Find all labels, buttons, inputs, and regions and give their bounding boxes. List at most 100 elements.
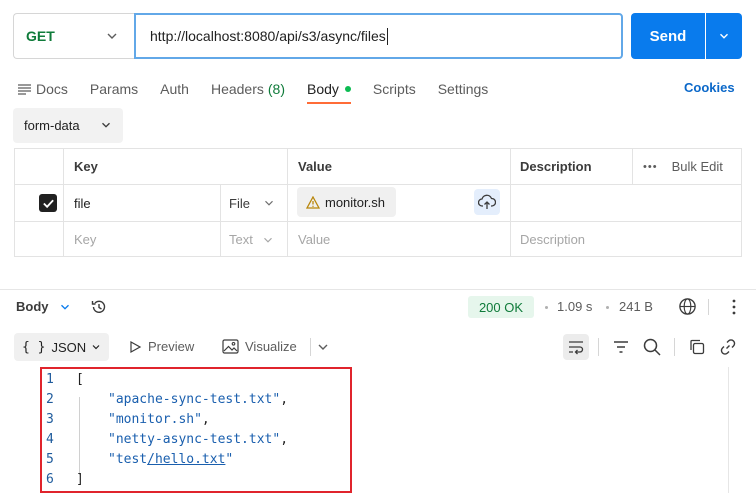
file-name: monitor.sh (325, 194, 385, 210)
description-column-header: Description (520, 159, 592, 174)
method-label: GET (26, 28, 55, 44)
method-select[interactable]: GET (13, 13, 134, 59)
upload-file-button[interactable] (474, 189, 500, 215)
history-icon[interactable] (90, 298, 108, 316)
chevron-down-icon[interactable] (315, 339, 331, 355)
json-string: "apache-sync-test.txt" (108, 391, 281, 407)
response-divider[interactable] (0, 289, 756, 290)
key-column-header: Key (74, 159, 98, 174)
status-badge[interactable]: 200 OK (468, 296, 534, 318)
toolbar-separator (708, 299, 709, 315)
body-type-label: form-data (24, 118, 80, 133)
tab-label: Docs (36, 81, 68, 97)
image-icon (222, 339, 239, 354)
chevron-down-icon (102, 122, 110, 128)
code-entry: "netty-async-test.txt", (108, 432, 288, 447)
tab-body[interactable]: Body (307, 76, 351, 104)
wrap-lines-button[interactable] (563, 334, 589, 360)
tab-label: Headers (210, 81, 264, 97)
url-text: http://localhost:8080/api/s3/async/files (150, 28, 386, 44)
line-number: 4 (46, 431, 54, 447)
column-divider (510, 149, 511, 256)
response-body-label[interactable]: Body (16, 299, 49, 314)
send-options-button[interactable] (706, 13, 742, 59)
tab-docs[interactable]: Docs (18, 76, 68, 102)
code-bracket: ] (76, 471, 84, 487)
response-code-view[interactable]: 1 [ 2 "apache-sync-test.txt", 3 "monitor… (40, 367, 352, 493)
code-entry: "monitor.sh", (108, 412, 210, 427)
tab-scripts[interactable]: Scripts (373, 76, 416, 102)
json-string: "monitor.sh" (108, 411, 202, 427)
indent-guide (79, 397, 80, 475)
chevron-down-icon[interactable] (58, 300, 72, 314)
toolbar-separator (310, 338, 311, 356)
row-type-label: File (229, 195, 250, 211)
code-bracket: [ (76, 371, 84, 387)
search-icon[interactable] (642, 337, 662, 357)
globe-icon[interactable] (678, 297, 697, 316)
scrollbar[interactable] (728, 367, 742, 493)
cloud-upload-icon (478, 194, 496, 209)
line-number: 3 (46, 411, 54, 427)
new-type-select[interactable]: Text (229, 222, 275, 257)
send-button[interactable]: Send (631, 13, 705, 59)
code-line: 6 ] (42, 469, 84, 489)
bulk-edit-button[interactable]: ••• Bulk Edit (643, 149, 723, 184)
code-line: 5 "test/hello.txt" (42, 449, 233, 469)
url-input[interactable]: http://localhost:8080/api/s3/async/files (134, 13, 623, 59)
new-key-input[interactable]: Key (74, 222, 96, 257)
more-vertical-icon[interactable] (726, 298, 742, 316)
form-data-table: Key Value Description ••• Bulk Edit file… (14, 148, 742, 257)
docs-icon (18, 83, 31, 95)
response-time[interactable]: 1.09 s (557, 299, 592, 314)
tab-headers[interactable]: Headers (8) (211, 76, 285, 102)
new-type-label: Text (229, 232, 253, 247)
tab-label: Auth (160, 81, 189, 97)
separator-dot (606, 306, 609, 309)
row-key[interactable]: file (74, 185, 91, 221)
row-checkbox[interactable] (39, 185, 57, 221)
value-column-header: Value (298, 159, 332, 174)
chevron-down-icon (265, 200, 273, 206)
tab-params[interactable]: Params (90, 76, 138, 102)
json-string: "netty-async-test.txt" (108, 431, 281, 447)
body-type-select[interactable]: form-data (13, 108, 123, 143)
cookies-link[interactable]: Cookies (684, 80, 735, 95)
link-icon[interactable] (718, 337, 738, 357)
code-entry: "test/hello.txt" (108, 452, 233, 467)
column-divider (287, 149, 288, 256)
chevron-down-icon (92, 345, 100, 350)
new-value-input[interactable]: Value (298, 222, 330, 257)
tab-label: Scripts (372, 81, 416, 97)
response-size[interactable]: 241 B (619, 299, 653, 314)
bulk-edit-label: Bulk Edit (671, 159, 723, 174)
file-chip[interactable]: monitor.sh (297, 187, 396, 217)
json-string-end: " (225, 451, 234, 467)
line-number: 2 (46, 391, 54, 407)
visualize-button[interactable]: Visualize (222, 339, 297, 354)
row-divider (15, 184, 741, 185)
text-caret (386, 27, 388, 45)
response-format-select[interactable]: { } JSON (14, 333, 109, 361)
separator-dot (545, 306, 548, 309)
preview-button[interactable]: Preview (128, 339, 194, 354)
tab-settings[interactable]: Settings (438, 76, 489, 102)
tab-auth[interactable]: Auth (160, 76, 189, 102)
toolbar-separator (598, 338, 599, 356)
line-number: 1 (46, 371, 54, 387)
new-description-input[interactable]: Description (520, 222, 585, 257)
copy-icon[interactable] (687, 337, 707, 357)
wrap-text-icon (569, 341, 584, 355)
column-divider (632, 149, 633, 184)
check-icon (42, 199, 54, 208)
format-label: JSON (51, 339, 87, 355)
visualize-label: Visualize (245, 339, 297, 354)
code-line: 1 [ (42, 369, 84, 389)
row-type-select[interactable]: File (229, 185, 276, 221)
json-string-link[interactable]: /hello.txt (147, 452, 225, 467)
filter-icon[interactable] (611, 337, 631, 357)
chevron-down-icon (263, 237, 272, 243)
tab-label: Settings (437, 81, 489, 97)
play-icon (130, 340, 142, 353)
headers-count: (8) (267, 81, 285, 97)
